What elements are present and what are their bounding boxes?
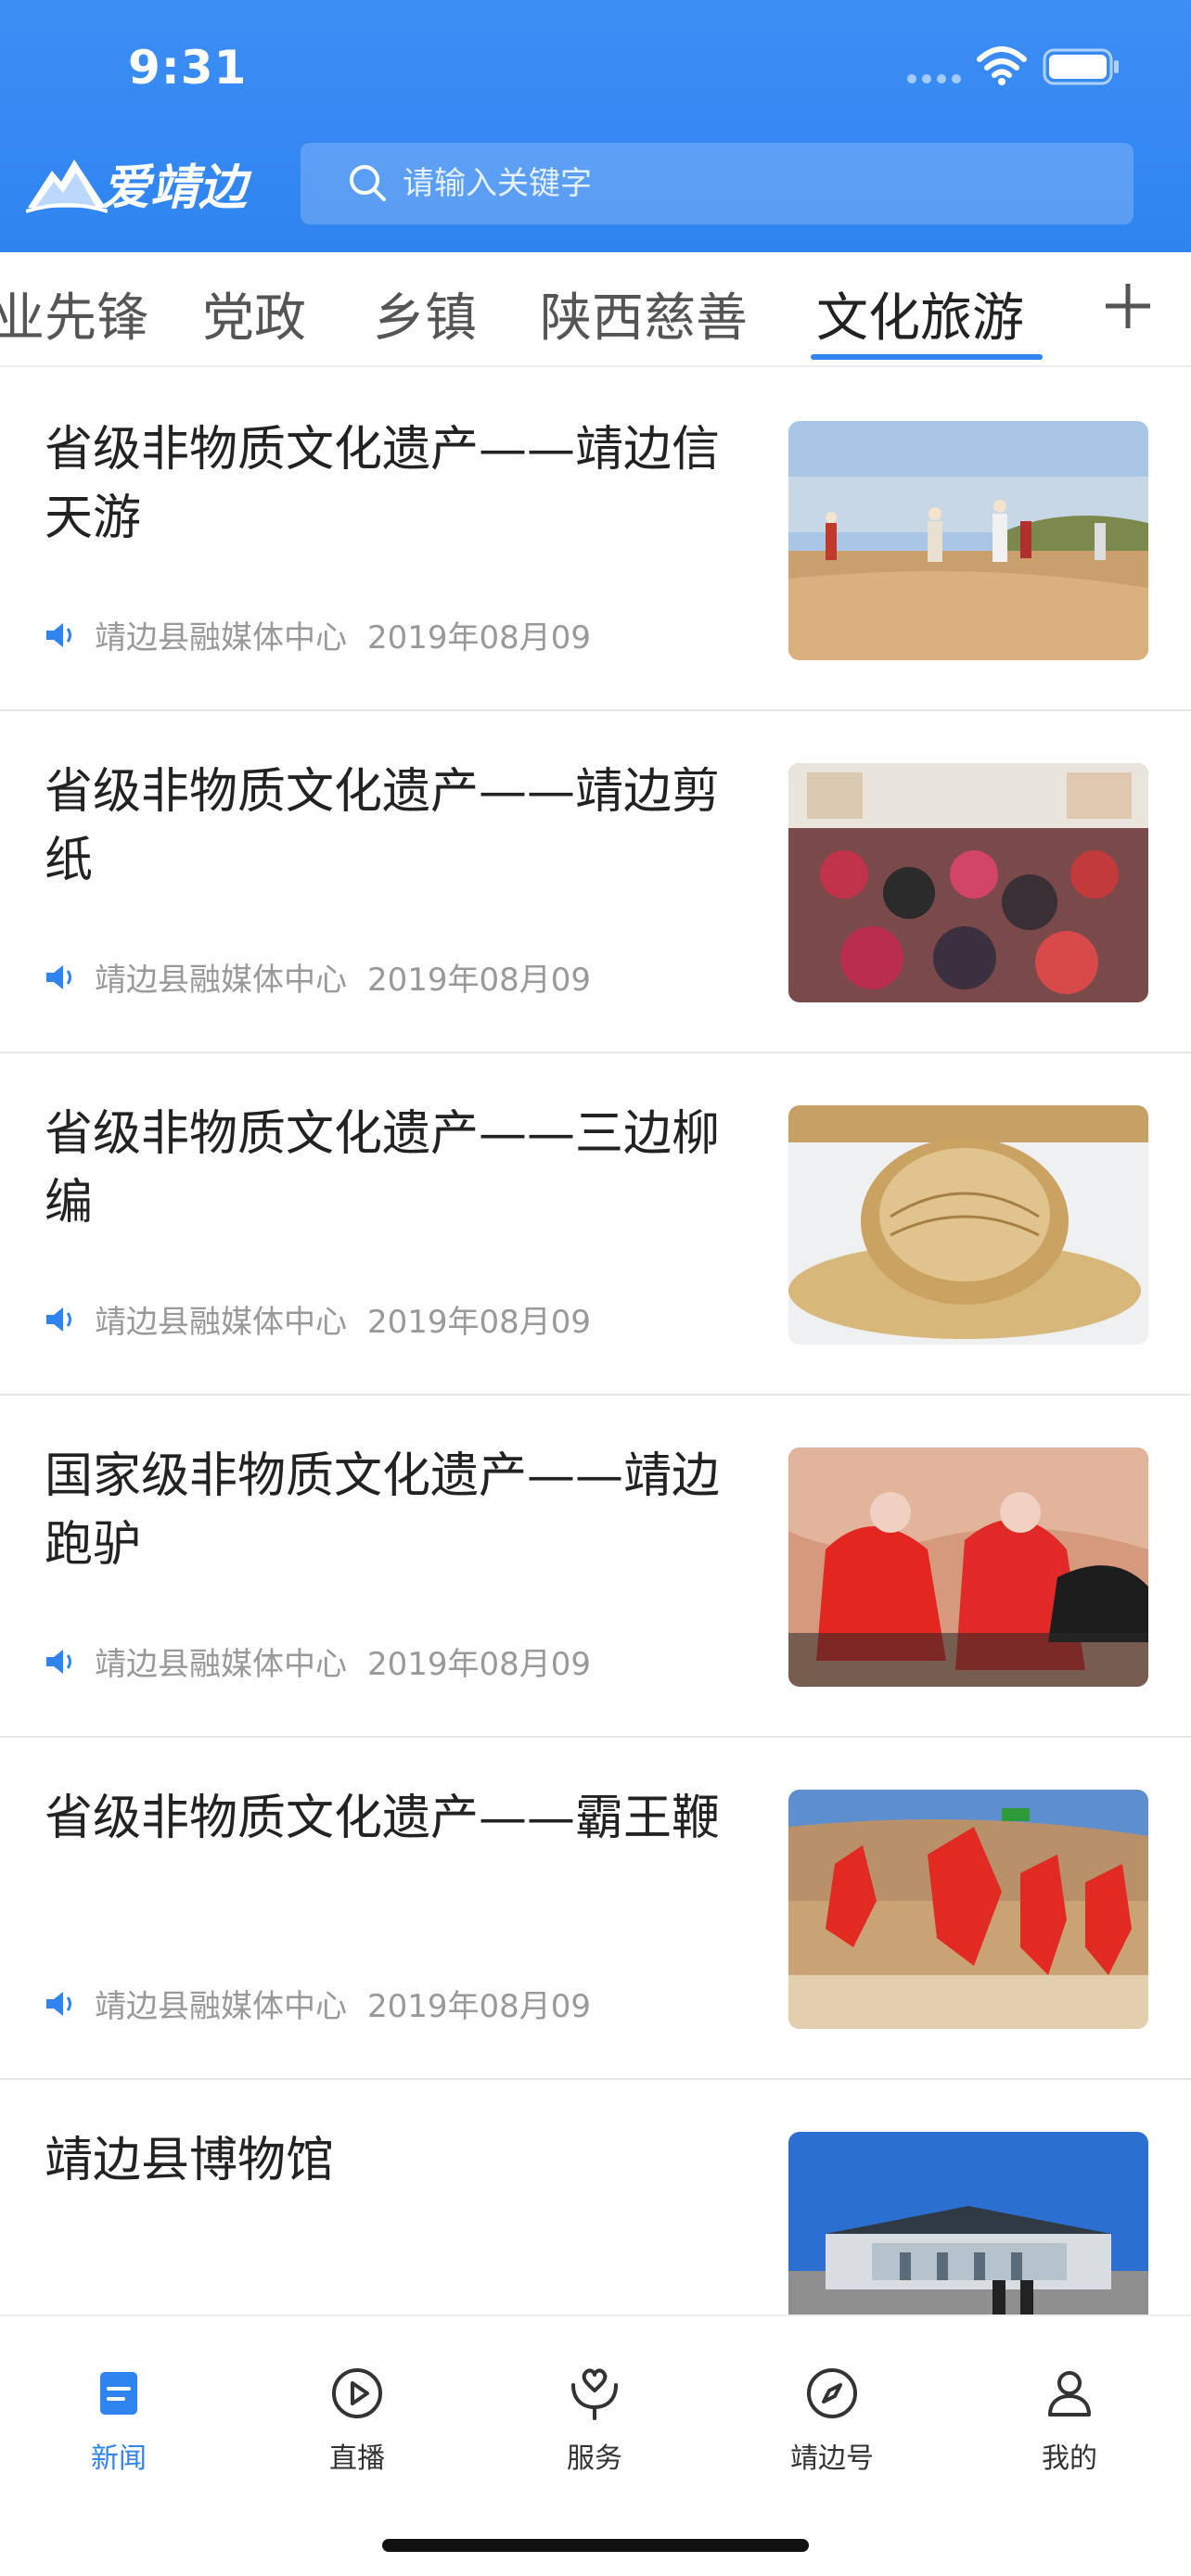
service-icon [571, 2368, 618, 2420]
news-item[interactable]: 国家级非物质文化遗产——靖边跑驴 靖边县融媒体中心 2019年08月09 [0, 1396, 1191, 1738]
search-input[interactable] [403, 165, 1108, 202]
tab-party-gov[interactable]: 党政 [202, 276, 306, 351]
nav-label: 直播 [329, 2442, 385, 2475]
news-title: 省级非物质文化遗产——霸王鞭 [45, 1791, 721, 1846]
tab-towns[interactable]: 乡镇 [373, 276, 477, 351]
news-source: 靖边县融媒体中心 [95, 962, 347, 999]
news-date: 2019年08月09 [367, 1988, 592, 2025]
tab-culture-tourism[interactable]: 文化旅游 [816, 276, 1024, 351]
news-item[interactable]: 省级非物质文化遗产——靖边信天游 靖边县融媒体中心 2019年08月09 [0, 369, 1191, 711]
search-bar[interactable] [301, 143, 1133, 224]
speaker-icon [46, 1991, 71, 2016]
news-source: 靖边县融媒体中心 [95, 1304, 347, 1341]
news-thumbnail [788, 1790, 1148, 2029]
news-meta: 靖边县融媒体中心 2019年08月09 [45, 612, 591, 657]
news-date: 2019年08月09 [367, 962, 592, 999]
nav-news[interactable]: 新闻 [26, 2363, 211, 2476]
news-thumbnail [788, 1447, 1148, 1687]
nav-label: 新闻 [91, 2442, 147, 2475]
news-thumbnail [788, 421, 1148, 660]
speaker-icon [46, 1307, 71, 1332]
news-item[interactable]: 省级非物质文化遗产——靖边剪纸 靖边县融媒体中心 2019年08月09 [0, 711, 1191, 1053]
news-meta: 靖边县融媒体中心 2019年08月09 [45, 1639, 591, 1684]
nav-label: 服务 [567, 2442, 622, 2475]
news-source: 靖边县融媒体中心 [95, 619, 347, 657]
status-time: 9:31 [128, 41, 248, 95]
news-date: 2019年08月09 [367, 619, 592, 657]
home-indicator[interactable] [382, 2539, 809, 2552]
user-icon [1048, 2371, 1091, 2417]
news-source: 靖边县融媒体中心 [95, 1988, 347, 2025]
play-icon [332, 2368, 382, 2418]
wifi-icon [977, 46, 1027, 85]
news-title: 国家级非物质文化遗产——靖边跑驴 [45, 1448, 721, 1573]
battery-icon [1043, 48, 1119, 85]
news-source: 靖边县融媒体中心 [95, 1646, 347, 1683]
news-title: 靖边县博物馆 [45, 2133, 335, 2188]
nav-label: 靖边号 [790, 2442, 874, 2475]
news-title: 省级非物质文化遗产——靖边信天游 [45, 422, 721, 546]
bottom-tab-bar: 新闻 直播 服务 靖边号 我的 [0, 2315, 1191, 2576]
app-logo: 爱靖边 [26, 150, 267, 216]
news-thumbnail [788, 1105, 1148, 1345]
news-thumbnail [788, 763, 1148, 1002]
news-thumbnail [788, 2132, 1148, 2315]
category-tabs: 业先锋 党政 乡镇 陕西慈善 文化旅游 [0, 252, 1191, 367]
news-item[interactable]: 靖边县博物馆 [0, 2080, 1191, 2315]
logo-mountain-icon [26, 159, 108, 213]
tab-shaanxi-charity[interactable]: 陕西慈善 [540, 276, 748, 351]
speaker-icon [46, 964, 71, 989]
news-meta: 靖边县融媒体中心 2019年08月09 [45, 1981, 591, 2026]
news-meta: 靖边县融媒体中心 2019年08月09 [45, 954, 591, 1000]
active-tab-indicator [811, 354, 1043, 360]
logo-text: 爱靖边 [102, 159, 248, 216]
search-icon [350, 165, 386, 201]
news-title: 省级非物质文化遗产——三边柳编 [45, 1106, 721, 1231]
news-meta: 靖边县融媒体中心 2019年08月09 [45, 1296, 591, 1342]
news-feed: 省级非物质文化遗产——靖边信天游 靖边县融媒体中心 2019年08月09 省级非… [0, 369, 1191, 2315]
plus-icon[interactable] [1100, 278, 1156, 334]
nav-live[interactable]: 直播 [264, 2363, 450, 2476]
nav-service[interactable]: 服务 [502, 2363, 687, 2476]
news-item[interactable]: 省级非物质文化遗产——霸王鞭 靖边县融媒体中心 2019年08月09 [0, 1738, 1191, 2080]
tab-pioneer[interactable]: 业先锋 [0, 276, 148, 351]
nav-label: 我的 [1042, 2442, 1097, 2475]
cellular-signal-icon [907, 74, 961, 83]
news-item[interactable]: 省级非物质文化遗产——三边柳编 靖边县融媒体中心 2019年08月09 [0, 1053, 1191, 1396]
news-icon [100, 2372, 137, 2415]
news-date: 2019年08月09 [367, 1304, 592, 1341]
nav-jingbian-account[interactable]: 靖边号 [739, 2363, 925, 2476]
speaker-icon [46, 1649, 71, 1674]
compass-icon [807, 2368, 857, 2418]
app-header: 9:31 爱靖边 [0, 0, 1191, 252]
news-date: 2019年08月09 [367, 1646, 592, 1683]
news-title: 省级非物质文化遗产——靖边剪纸 [45, 764, 721, 888]
speaker-icon [46, 622, 71, 647]
nav-profile[interactable]: 我的 [977, 2363, 1162, 2476]
